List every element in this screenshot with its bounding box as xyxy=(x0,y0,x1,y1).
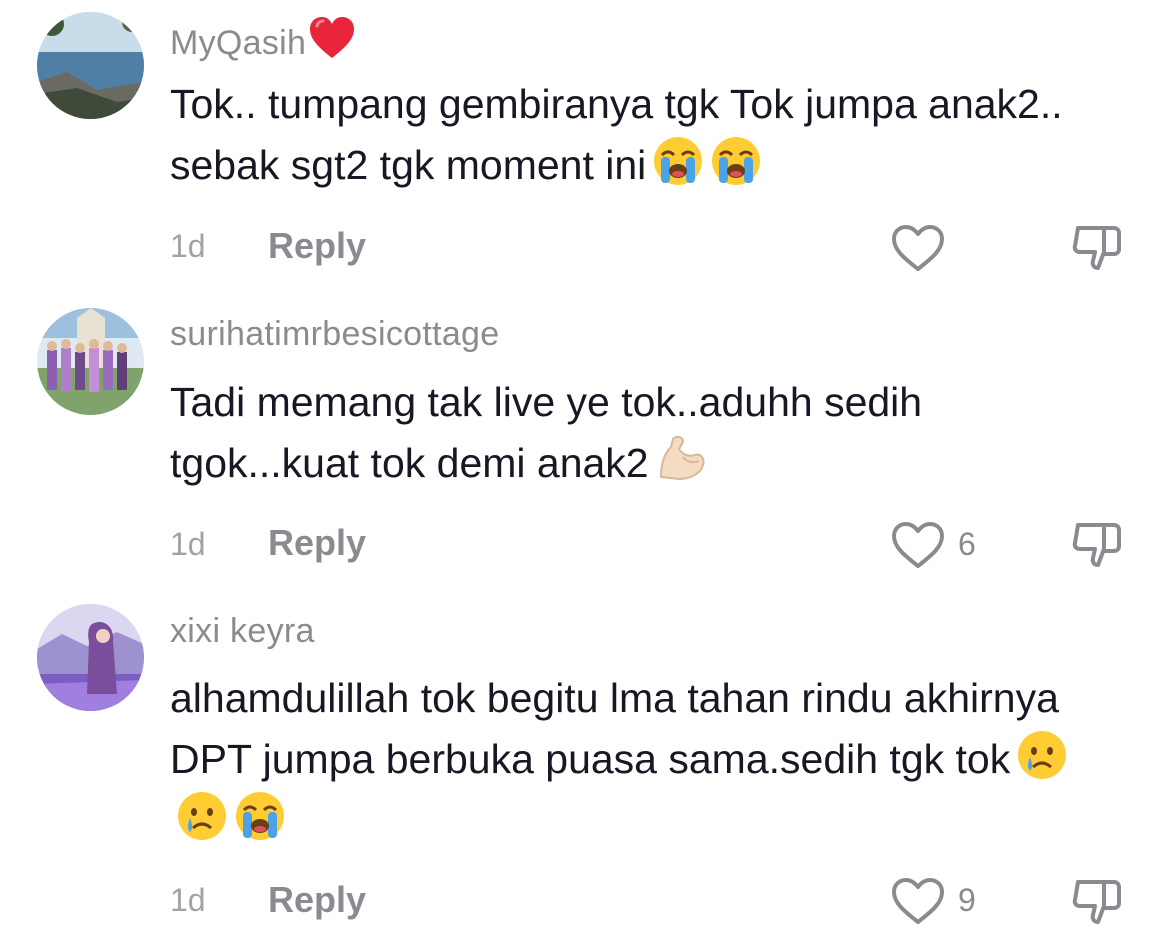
reply-button[interactable]: Reply xyxy=(268,879,366,921)
heart-outline-icon xyxy=(892,225,944,271)
loudly-crying-face-icon xyxy=(710,135,762,187)
dislike-button[interactable] xyxy=(1070,519,1126,571)
comment-item: MyQasih Tok.. tumpang gembiranya tgk Tok… xyxy=(0,0,1170,300)
like-button[interactable] xyxy=(890,520,946,570)
thumbs-down-icon xyxy=(1072,880,1121,924)
avatar[interactable] xyxy=(37,12,144,119)
comment-time: 1d xyxy=(170,228,206,264)
dislike-button[interactable] xyxy=(1070,876,1126,928)
username-text: MyQasih xyxy=(170,24,307,62)
like-count: 9 xyxy=(958,882,976,918)
comment-text-content: alhamdulillah tok begitu lma tahan rindu… xyxy=(170,675,1059,782)
comment-text: Tok.. tumpang gembiranya tgk Tok jumpa a… xyxy=(170,74,1100,196)
like-count: 6 xyxy=(958,526,976,562)
heart-outline-icon xyxy=(892,522,944,568)
username[interactable]: xixi keyra xyxy=(170,612,315,651)
avatar[interactable] xyxy=(37,604,144,711)
comment-text-content: Tadi memang tak live ye tok..aduhh sedih… xyxy=(170,379,923,486)
red-heart-icon xyxy=(308,16,356,60)
flexed-biceps-icon xyxy=(655,433,707,485)
loudly-crying-face-icon xyxy=(234,790,286,842)
loudly-crying-face-icon xyxy=(652,135,704,187)
comment-text: Tadi memang tak live ye tok..aduhh sedih… xyxy=(170,372,1100,494)
username[interactable]: MyQasih xyxy=(170,16,356,63)
comment-text: alhamdulillah tok begitu lma tahan rindu… xyxy=(170,668,1100,851)
comment-time: 1d xyxy=(170,526,206,562)
comment-item: xixi keyra alhamdulillah tok begitu lma … xyxy=(0,600,1170,941)
crying-face-icon xyxy=(1016,729,1068,781)
dislike-button[interactable] xyxy=(1070,222,1126,274)
comment-text-content: Tok.. tumpang gembiranya tgk Tok jumpa a… xyxy=(170,81,1063,188)
avatar[interactable] xyxy=(37,308,144,415)
crying-face-icon xyxy=(176,790,228,842)
reply-button[interactable]: Reply xyxy=(268,522,366,564)
like-button[interactable] xyxy=(890,223,946,273)
heart-outline-icon xyxy=(892,878,944,924)
reply-button[interactable]: Reply xyxy=(268,225,366,267)
username[interactable]: surihatimrbesicottage xyxy=(170,315,499,354)
like-button[interactable] xyxy=(890,876,946,926)
comment-time: 1d xyxy=(170,882,206,918)
thumbs-down-icon xyxy=(1072,226,1121,270)
comment-item: surihatimrbesicottage Tadi memang tak li… xyxy=(0,300,1170,600)
thumbs-down-icon xyxy=(1072,523,1121,567)
